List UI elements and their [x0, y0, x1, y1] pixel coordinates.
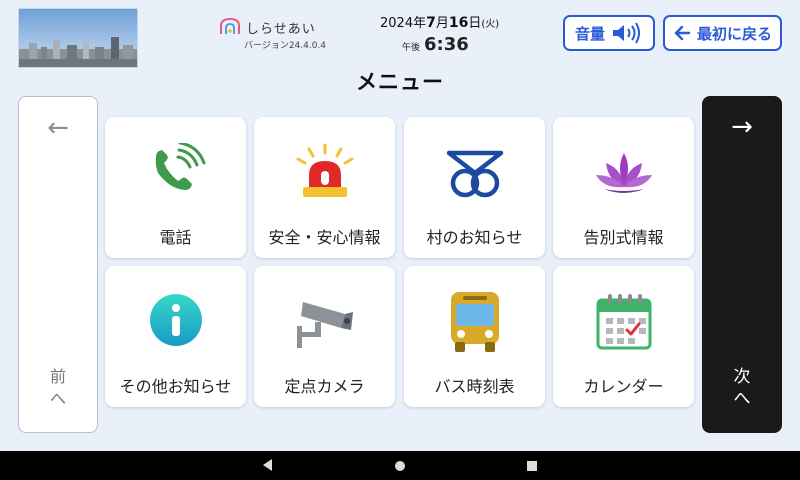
nav-recents-icon[interactable] [527, 461, 537, 471]
menu-tile-village-news[interactable]: 村のお知らせ [404, 117, 545, 258]
date-day: 16 [448, 15, 469, 31]
app-logo: しらせあい バージョン24.4.0.4 [218, 16, 338, 51]
prev-label: 前 [49, 367, 66, 386]
menu-tile-label: 村のお知らせ [426, 228, 523, 247]
menu-tile-safety-info[interactable]: 安全・安心情報 [254, 117, 395, 258]
city-photo [18, 8, 138, 68]
date-year: 2024年 [380, 16, 427, 31]
menu-tile-funeral-info[interactable]: 告別式情報 [553, 117, 694, 258]
time-clock: 6:36 [424, 34, 469, 55]
date-weekday: (火) [481, 19, 500, 30]
date-display: 2024年7月16日(火) [380, 12, 499, 31]
info-icon [149, 294, 202, 346]
date-month: 7 [426, 15, 436, 31]
menu-tile-label: 安全・安心情報 [268, 228, 381, 247]
nav-home-icon[interactable] [395, 461, 405, 471]
logo-text: しらせあい [246, 22, 316, 37]
time-ampm: 午後 [402, 43, 421, 53]
arrow-left-icon: ← [47, 113, 69, 143]
security-camera-icon [296, 302, 353, 348]
menu-tile-calendar[interactable]: カレンダー [553, 266, 694, 407]
prev-label-suffix: へ [49, 389, 66, 408]
village-emblem-icon [446, 150, 503, 198]
menu-tile-label: 告別式情報 [583, 228, 664, 247]
volume-button[interactable]: 音量 [563, 15, 655, 51]
menu-tile-label: 電話 [159, 228, 192, 247]
phone-icon [155, 143, 205, 190]
next-label-suffix: へ [733, 389, 751, 409]
logo-mark-icon [220, 17, 240, 34]
speaker-icon [613, 22, 640, 44]
menu-tile-fixed-camera[interactable]: 定点カメラ [254, 266, 395, 407]
version-label: バージョン24.4.0.4 [244, 41, 327, 51]
menu-tile-label: カレンダー [583, 377, 664, 396]
calendar-icon [596, 294, 651, 350]
nav-back-icon[interactable] [263, 459, 272, 471]
prev-page-button[interactable]: ← 前 へ [18, 96, 98, 433]
back-to-start-button[interactable]: 最初に戻る [663, 15, 782, 51]
system-nav-bar [0, 451, 800, 480]
menu-tile-bus-timetable[interactable]: バス時刻表 [404, 266, 545, 407]
time-display: 午後 6:36 [402, 34, 469, 55]
page-title: メニュー [356, 70, 444, 94]
menu-tile-label: 定点カメラ [284, 377, 365, 396]
menu-tile-other-news[interactable]: その他お知らせ [105, 266, 246, 407]
alarm-light-icon [296, 143, 353, 197]
lotus-icon [595, 153, 652, 193]
date-day-suffix: 日 [468, 16, 482, 31]
bus-icon [450, 292, 499, 352]
arrow-right-icon: → [731, 112, 753, 142]
menu-tile-label: その他お知らせ [119, 377, 232, 396]
menu-tile-label: バス時刻表 [434, 377, 515, 396]
volume-button-label: 音量 [574, 24, 605, 43]
date-month-suffix: 月 [435, 16, 449, 31]
menu-tile-phone[interactable]: 電話 [105, 117, 246, 258]
back-to-start-label: 最初に戻る [696, 24, 772, 43]
arrow-left-icon [674, 25, 691, 41]
next-page-button[interactable]: → 次 へ [702, 96, 782, 433]
